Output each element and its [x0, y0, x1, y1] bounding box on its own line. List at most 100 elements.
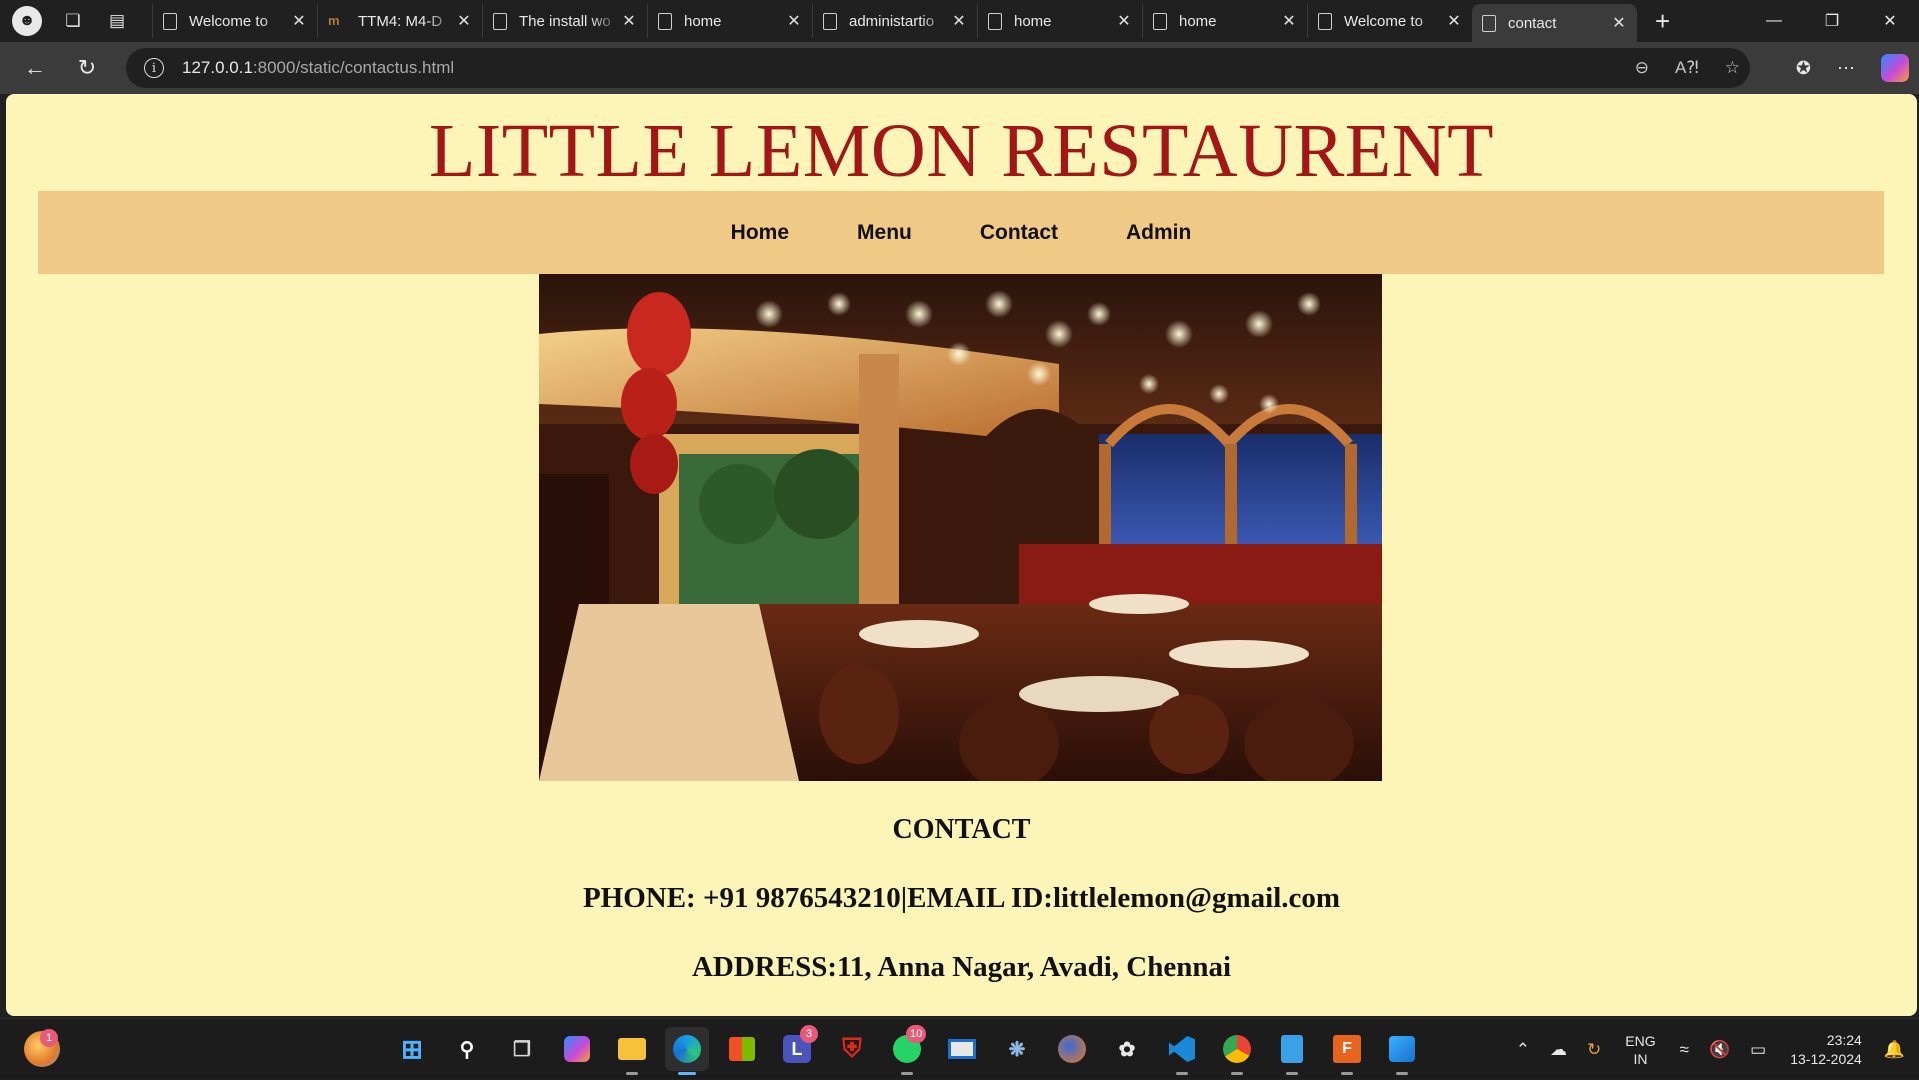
- close-tab-icon[interactable]: ✕: [951, 11, 967, 31]
- edge-browser-icon[interactable]: [665, 1027, 709, 1075]
- close-tab-icon[interactable]: ✕: [621, 11, 637, 31]
- tab-title: home: [684, 12, 722, 30]
- phone-email-line: PHONE: +91 9876543210|EMAIL ID:littlelem…: [582, 882, 1341, 914]
- close-tab-icon[interactable]: ✕: [291, 11, 307, 31]
- start-windows-icon[interactable]: ⊞: [390, 1027, 434, 1071]
- close-tab-icon[interactable]: ✕: [786, 11, 802, 31]
- profile-icon[interactable]: ☻: [12, 6, 42, 36]
- browser-tab[interactable]: Welcome to ✕: [1307, 4, 1472, 38]
- sync-icon[interactable]: ↻: [1587, 1040, 1601, 1060]
- nav-home-link[interactable]: Home: [731, 221, 789, 245]
- lang-code: ENG: [1625, 1032, 1656, 1049]
- browser-tab-bar: ☻ ❏ ▤ Welcome to ✕ m TTM4: M4-D ✕ The instal…: [0, 0, 1919, 42]
- close-tab-icon[interactable]: ✕: [1116, 11, 1132, 31]
- firefox-icon[interactable]: [1050, 1027, 1094, 1071]
- nav-admin-link[interactable]: Admin: [1126, 221, 1191, 245]
- tab-strip: Welcome to ✕ m TTM4: M4-D ✕ The install wo ✕ h…: [152, 0, 1637, 42]
- browser-tab[interactable]: The install wo ✕: [482, 4, 647, 38]
- url-actions: ⊖ A⁈ ☆: [1635, 48, 1740, 88]
- media-player-icon[interactable]: [940, 1027, 984, 1071]
- tab-title: administartio: [849, 12, 935, 30]
- browser-tab[interactable]: administartio ✕: [812, 4, 977, 38]
- clock-time: 23:24: [1826, 1031, 1862, 1048]
- zoom-out-icon[interactable]: ⊖: [1635, 58, 1649, 78]
- vscode-icon[interactable]: [1160, 1027, 1204, 1075]
- onedrive-icon[interactable]: ☁: [1550, 1040, 1567, 1060]
- mcafee-icon[interactable]: ⛨: [830, 1027, 874, 1071]
- show-hidden-icons-chevron-icon[interactable]: ⌃: [1516, 1040, 1530, 1060]
- notepad-icon[interactable]: [1270, 1027, 1314, 1075]
- close-tab-icon[interactable]: ✕: [456, 11, 472, 31]
- page-viewport: LITTLE LEMON RESTAURENT Home Menu Contac…: [6, 94, 1917, 1016]
- clock[interactable]: 23:24 13-12-2024: [1790, 1031, 1862, 1069]
- address-line: ADDRESS:11, Anna Nagar, Avadi, Chennai: [691, 951, 1232, 983]
- window-controls: — ❐ ✕: [1745, 0, 1919, 42]
- refresh-button[interactable]: ↻: [64, 45, 110, 91]
- url-input[interactable]: i 127.0.0.1:8000/static/contactus.html ⊖…: [126, 48, 1750, 88]
- browser-tab[interactable]: Welcome to ✕: [152, 4, 317, 38]
- favorite-star-icon[interactable]: ☆: [1725, 58, 1740, 78]
- browser-tab[interactable]: contact ✕: [1472, 4, 1637, 42]
- close-tab-icon[interactable]: ✕: [1281, 11, 1297, 31]
- weather-badge: 1: [40, 1029, 58, 1047]
- language-indicator[interactable]: ENG IN: [1625, 1032, 1655, 1068]
- m-logo-icon: m: [328, 12, 340, 28]
- task-view-icon[interactable]: ❐: [500, 1027, 544, 1071]
- restaurant-interior-image: [539, 274, 1382, 781]
- toolbar-right: ✪ ⋯: [1796, 42, 1909, 94]
- lang-region: IN: [1633, 1050, 1648, 1067]
- restore-button[interactable]: ❐: [1803, 0, 1861, 42]
- chrome-icon[interactable]: [1215, 1027, 1259, 1075]
- site-info-icon[interactable]: i: [144, 58, 164, 78]
- page-icon: [1153, 12, 1167, 30]
- new-tab-button[interactable]: +: [1655, 6, 1670, 37]
- search-icon[interactable]: ⚲: [445, 1027, 489, 1071]
- close-tab-icon[interactable]: ✕: [1611, 13, 1627, 33]
- tab-title: contact: [1508, 14, 1557, 32]
- wifi-icon[interactable]: ≈: [1680, 1040, 1689, 1060]
- tab-title: Welcome to: [1344, 12, 1432, 30]
- close-window-button[interactable]: ✕: [1861, 0, 1919, 42]
- minimize-button[interactable]: —: [1745, 0, 1803, 42]
- whatsapp-badge: 10: [906, 1025, 927, 1043]
- nav-menu-link[interactable]: Menu: [857, 221, 912, 245]
- more-menu-icon[interactable]: ⋯: [1837, 58, 1855, 79]
- close-tab-icon[interactable]: ✕: [1446, 11, 1462, 31]
- tab-actions-icon[interactable]: ▤: [102, 6, 132, 36]
- nav-contact-link[interactable]: Contact: [980, 221, 1058, 245]
- paint-icon[interactable]: [1380, 1027, 1424, 1075]
- microsoft-store-icon[interactable]: [720, 1027, 764, 1071]
- browser-tab[interactable]: m TTM4: M4-D ✕: [317, 4, 482, 38]
- browser-tab[interactable]: home ✕: [647, 4, 812, 38]
- address-bar-row: ← ↻ i 127.0.0.1:8000/static/contactus.ht…: [0, 42, 1919, 94]
- browser-tab[interactable]: home ✕: [977, 4, 1142, 38]
- page-icon: [1318, 12, 1332, 30]
- ftp-client-icon[interactable]: F: [1325, 1027, 1369, 1075]
- copilot-icon[interactable]: [1881, 54, 1909, 82]
- browser-tab[interactable]: home ✕: [1142, 4, 1307, 38]
- file-explorer-icon[interactable]: [610, 1027, 654, 1075]
- page-icon: [163, 12, 177, 30]
- battery-icon[interactable]: ▭: [1750, 1040, 1766, 1060]
- notification-bell-icon[interactable]: 🔔: [1884, 1040, 1905, 1060]
- copilot-taskbar-icon[interactable]: [555, 1027, 599, 1071]
- volume-muted-icon[interactable]: 🔇: [1709, 1040, 1730, 1060]
- favorites-icon[interactable]: ✪: [1796, 58, 1811, 79]
- tab-title: home: [1179, 12, 1217, 30]
- contact-heading: CONTACT: [892, 814, 1031, 845]
- back-button[interactable]: ←: [12, 45, 58, 91]
- chatgpt-icon[interactable]: ✿: [1105, 1027, 1149, 1071]
- page-icon: [658, 12, 672, 30]
- site-title: LITTLE LEMON RESTAURENT: [428, 109, 1495, 193]
- tab-title: The install wo: [519, 12, 611, 30]
- workspaces-icon[interactable]: ❏: [58, 6, 88, 36]
- tab-title: Welcome to: [189, 12, 277, 30]
- tab-title: home: [1014, 12, 1052, 30]
- page-icon: [493, 12, 507, 30]
- page-icon: [988, 12, 1002, 30]
- page-icon: [1482, 14, 1496, 32]
- clock-date: 13-12-2024: [1790, 1050, 1862, 1067]
- url-text: 127.0.0.1:8000/static/contactus.html: [182, 58, 454, 78]
- read-aloud-icon[interactable]: A⁈: [1675, 58, 1699, 78]
- network-tool-icon[interactable]: ❋: [995, 1027, 1039, 1071]
